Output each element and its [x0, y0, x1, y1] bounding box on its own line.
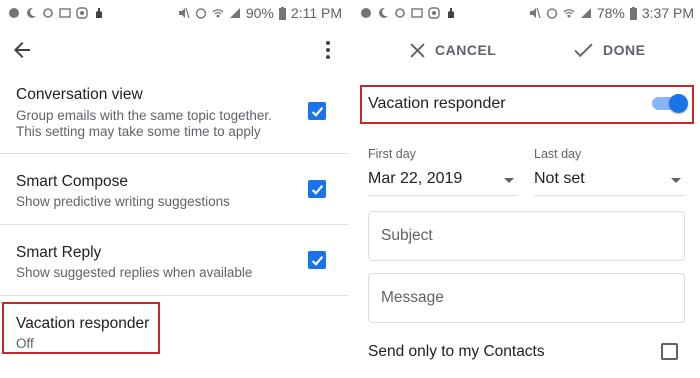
conversation-view-checkbox[interactable] [308, 102, 326, 120]
dropdown-arrow-icon [671, 178, 681, 183]
settings-screen: 90% 2:11 PM Conversation view Group emai… [0, 0, 348, 378]
check-icon [311, 106, 323, 117]
setting-smart-reply[interactable]: Smart Reply Show suggested replies when … [0, 225, 348, 296]
alarm-icon [195, 8, 207, 19]
first-day-value: Mar 22, 2019 [368, 170, 463, 187]
smart-reply-checkbox[interactable] [308, 251, 326, 269]
status-bar: 90% 2:11 PM [0, 0, 348, 26]
hand-icon [96, 8, 102, 18]
system-icons: 90% 2:11 PM [178, 5, 342, 21]
wifi-icon [563, 9, 575, 18]
more-vert-icon[interactable] [322, 38, 334, 62]
battery-icon [278, 6, 286, 20]
hand-icon [448, 8, 454, 18]
top-toolbar [0, 26, 348, 74]
cancel-label: CANCEL [435, 42, 497, 58]
sync-icon [395, 8, 405, 18]
highlight-box [2, 302, 160, 354]
highlight-box [360, 85, 694, 124]
setting-title: Smart Reply [16, 244, 102, 261]
instagram-icon [76, 7, 88, 19]
moon-icon [27, 7, 36, 18]
setting-title: Smart Compose [16, 173, 128, 190]
contacts-only-label: Send only to my Contacts [368, 343, 545, 360]
setting-description-line2: This setting may take some time to apply [16, 124, 261, 139]
vacation-responder-screen: 78% 3:37 PM CANCEL DONE Vacation respond… [352, 0, 700, 378]
first-day-label: First day [368, 147, 416, 161]
check-icon [311, 255, 323, 266]
first-day-dropdown[interactable]: Mar 22, 2019 [368, 166, 518, 196]
notification-icons [360, 7, 457, 19]
setting-description: Show predictive writing suggestions [16, 194, 230, 209]
contacts-only-row[interactable]: Send only to my Contacts [352, 338, 700, 368]
message-placeholder: Message [381, 289, 444, 306]
last-day-value: Not set [534, 170, 585, 187]
instagram-icon [428, 7, 440, 19]
wifi-icon [212, 9, 224, 18]
subject-field[interactable]: Subject [368, 211, 685, 261]
battery-icon [629, 6, 637, 20]
contacts-only-checkbox[interactable] [661, 343, 678, 360]
gallery-icon [59, 8, 71, 18]
clock: 2:11 PM [290, 5, 342, 21]
message-field[interactable]: Message [368, 273, 685, 323]
sync-icon [43, 8, 53, 18]
battery-percent: 78% [596, 5, 625, 21]
battery-percent: 90% [245, 5, 274, 21]
clock: 3:37 PM [641, 5, 694, 21]
cancel-button[interactable]: CANCEL [410, 42, 496, 58]
signal-icon [229, 8, 240, 18]
done-label: DONE [603, 42, 646, 58]
back-arrow-icon[interactable] [10, 38, 34, 62]
app-notification-icon [9, 8, 19, 18]
status-bar: 78% 3:37 PM [352, 0, 700, 26]
mute-icon [529, 7, 541, 19]
moon-icon [379, 7, 388, 18]
setting-smart-compose[interactable]: Smart Compose Show predictive writing su… [0, 154, 348, 225]
dropdown-arrow-icon [504, 178, 514, 183]
setting-description: Show suggested replies when available [16, 265, 253, 280]
signal-icon [580, 8, 591, 18]
system-icons: 78% 3:37 PM [529, 5, 694, 21]
setting-conversation-view[interactable]: Conversation view Group emails with the … [0, 74, 348, 154]
close-icon [410, 42, 425, 58]
subject-placeholder: Subject [381, 227, 433, 244]
setting-title: Conversation view [16, 86, 143, 103]
app-notification-icon [361, 8, 371, 18]
action-bar: CANCEL DONE [352, 26, 700, 76]
smart-compose-checkbox[interactable] [308, 180, 326, 198]
notification-icons [8, 7, 105, 19]
check-icon [574, 42, 593, 57]
done-button[interactable]: DONE [574, 42, 645, 58]
last-day-dropdown[interactable]: Not set [534, 166, 685, 196]
setting-description: Group emails with the same topic togethe… [16, 108, 272, 123]
last-day-label: Last day [534, 147, 582, 161]
gallery-icon [411, 8, 423, 18]
check-icon [311, 184, 323, 195]
mute-icon [178, 7, 190, 19]
alarm-icon [546, 8, 558, 19]
